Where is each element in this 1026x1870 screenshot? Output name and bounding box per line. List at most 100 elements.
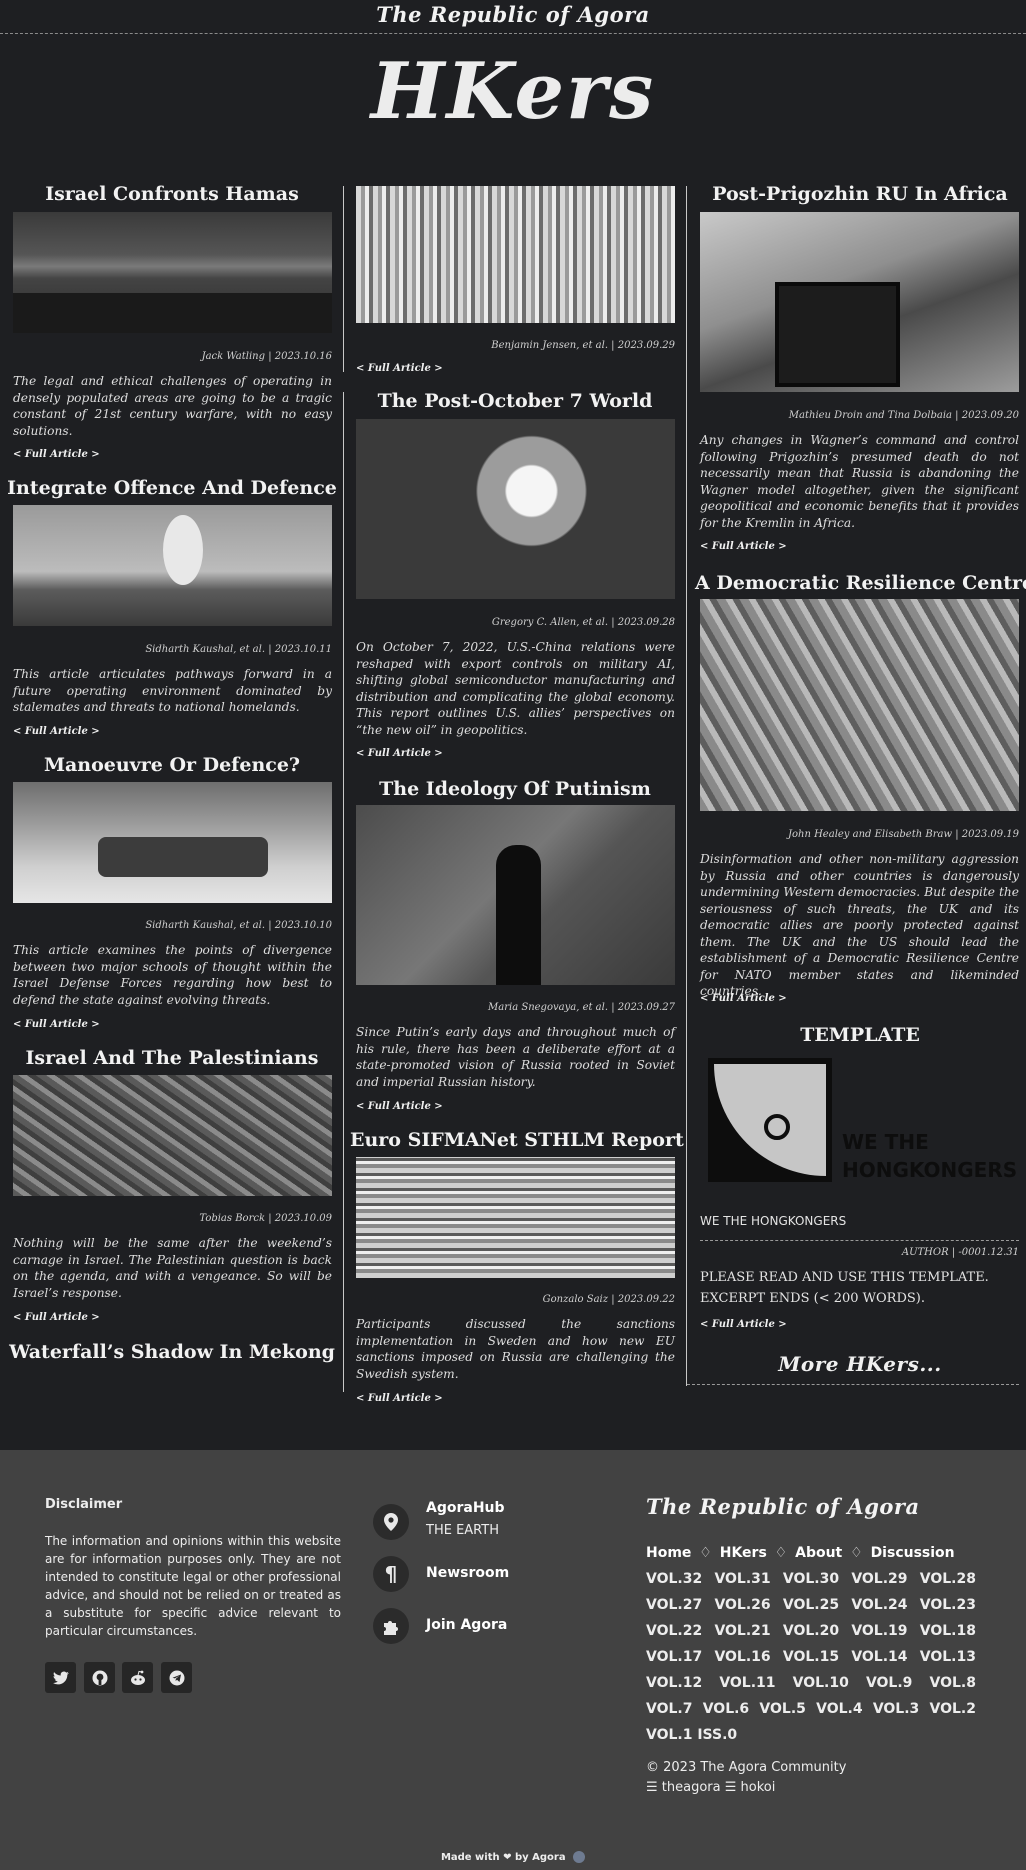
- article-title[interactable]: Integrate Offence And Defence: [7, 477, 337, 499]
- template-image[interactable]: WE THE HONGKONGERS: [700, 1052, 1019, 1191]
- volume-link[interactable]: VOL.21: [714, 1623, 770, 1639]
- template-logo-text: WE THE HONGKONGERS: [842, 1130, 1018, 1182]
- volume-link[interactable]: VOL.19: [851, 1623, 907, 1639]
- telegram-icon[interactable]: [161, 1662, 192, 1693]
- nav-about[interactable]: About: [795, 1545, 842, 1561]
- column-rule-left: [343, 392, 344, 1392]
- volume-link[interactable]: VOL.13: [920, 1649, 976, 1665]
- volume-link[interactable]: VOL.1 ISS.0: [646, 1727, 737, 1743]
- volume-link[interactable]: VOL.3: [873, 1701, 919, 1717]
- article-meta: Gregory C. Allen, et al. | 2023.09.28: [491, 617, 675, 628]
- nav-home[interactable]: Home: [646, 1545, 691, 1561]
- volume-link[interactable]: VOL.4: [816, 1701, 862, 1717]
- volume-link[interactable]: VOL.10: [793, 1675, 849, 1691]
- full-article-link[interactable]: < Full Article >: [700, 541, 787, 552]
- globe-icon: [573, 1851, 586, 1863]
- volume-link[interactable]: VOL.14: [851, 1649, 907, 1665]
- article-title[interactable]: Israel Confronts Hamas: [7, 183, 337, 205]
- footer-handles[interactable]: ☰ theagora ☰ hokoi: [646, 1780, 775, 1795]
- volume-link[interactable]: VOL.20: [783, 1623, 839, 1639]
- portrait-frame: [775, 282, 900, 387]
- full-article-link[interactable]: < Full Article >: [700, 993, 787, 1004]
- volume-link[interactable]: VOL.15: [783, 1649, 839, 1665]
- article-excerpt: Disinformation and other non-military ag…: [700, 852, 1019, 998]
- article-image[interactable]: [356, 419, 675, 599]
- volume-row: VOL.32 VOL.31 VOL.30 VOL.29 VOL.28: [646, 1571, 976, 1587]
- newsroom-link[interactable]: Newsroom: [426, 1565, 509, 1581]
- nav-hkers[interactable]: HKers: [720, 1545, 767, 1561]
- volume-link[interactable]: VOL.11: [719, 1675, 775, 1691]
- article-title[interactable]: The Ideology Of Putinism: [350, 778, 680, 800]
- site-title[interactable]: The Republic of Agora: [0, 0, 1026, 30]
- full-article-link[interactable]: < Full Article >: [13, 1312, 100, 1323]
- twitter-icon[interactable]: [45, 1662, 76, 1693]
- article-image[interactable]: [13, 505, 332, 626]
- article-meta: Maria Snegovaya, et al. | 2023.09.27: [488, 1002, 675, 1013]
- volume-link[interactable]: VOL.26: [714, 1597, 770, 1613]
- article-image[interactable]: [356, 186, 675, 323]
- article-title[interactable]: Post-Prigozhin RU In Africa: [695, 183, 1025, 205]
- article-meta: Tobias Borck | 2023.10.09: [199, 1213, 332, 1224]
- volume-link[interactable]: VOL.32: [646, 1571, 702, 1587]
- nav-separator: ♢: [774, 1545, 788, 1561]
- disclaimer-title: Disclaimer: [45, 1497, 123, 1512]
- reddit-icon[interactable]: [122, 1662, 153, 1693]
- agorahub-link[interactable]: AgoraHub: [426, 1500, 505, 1516]
- full-article-link[interactable]: < Full Article >: [356, 1101, 443, 1112]
- full-article-link[interactable]: < Full Article >: [356, 1393, 443, 1404]
- volume-row: VOL.22 VOL.21 VOL.20 VOL.19 VOL.18: [646, 1623, 976, 1639]
- article-image[interactable]: [13, 1075, 332, 1196]
- volume-link[interactable]: VOL.8: [930, 1675, 976, 1691]
- article-title[interactable]: The Post-October 7 World: [350, 390, 680, 412]
- volume-link[interactable]: VOL.18: [920, 1623, 976, 1639]
- volume-link[interactable]: VOL.12: [646, 1675, 702, 1691]
- volume-link[interactable]: VOL.2: [930, 1701, 976, 1717]
- figure-shape: [496, 845, 541, 985]
- volume-link[interactable]: VOL.24: [851, 1597, 907, 1613]
- volume-row: VOL.27 VOL.26 VOL.25 VOL.24 VOL.23: [646, 1597, 976, 1613]
- volume-link[interactable]: VOL.16: [714, 1649, 770, 1665]
- more-hkers-divider: [687, 1384, 1019, 1385]
- volume-link[interactable]: VOL.30: [783, 1571, 839, 1587]
- article-title[interactable]: Israel And The Palestinians: [7, 1047, 337, 1069]
- footer-nav: Home ♢ HKers ♢ About ♢ Discussion: [646, 1545, 955, 1561]
- article-title[interactable]: Euro SIFMANet STHLM Report: [350, 1129, 684, 1151]
- full-article-link[interactable]: < Full Article >: [356, 363, 443, 374]
- article-image[interactable]: [700, 212, 1019, 392]
- article-image[interactable]: [13, 212, 332, 333]
- nav-discussion[interactable]: Discussion: [871, 1545, 955, 1561]
- full-article-link[interactable]: < Full Article >: [700, 1319, 787, 1330]
- volume-link[interactable]: VOL.31: [714, 1571, 770, 1587]
- volume-link[interactable]: VOL.17: [646, 1649, 702, 1665]
- volume-link[interactable]: VOL.28: [920, 1571, 976, 1587]
- template-meta: AUTHOR | -0001.12.31: [901, 1247, 1019, 1258]
- volume-link[interactable]: VOL.9: [866, 1675, 912, 1691]
- full-article-link[interactable]: < Full Article >: [356, 748, 443, 759]
- article-title[interactable]: A Democratic Resilience Centre: [695, 572, 1026, 594]
- article-image[interactable]: [13, 782, 332, 903]
- volume-row: VOL.1 ISS.0: [646, 1727, 976, 1743]
- more-hkers-link[interactable]: More HKers...: [695, 1352, 1025, 1376]
- footer-brand[interactable]: The Republic of Agora: [646, 1494, 920, 1519]
- article-image[interactable]: [356, 1157, 675, 1278]
- article-image[interactable]: [356, 805, 675, 985]
- article-title[interactable]: Manoeuvre Or Defence?: [7, 754, 337, 776]
- volume-link[interactable]: VOL.7: [646, 1701, 692, 1717]
- github-icon[interactable]: [84, 1662, 115, 1693]
- full-article-link[interactable]: < Full Article >: [13, 726, 100, 737]
- volume-link[interactable]: VOL.22: [646, 1623, 702, 1639]
- volume-link[interactable]: VOL.6: [703, 1701, 749, 1717]
- volume-link[interactable]: VOL.23: [920, 1597, 976, 1613]
- template-title[interactable]: TEMPLATE: [695, 1024, 1025, 1046]
- volume-link[interactable]: VOL.25: [783, 1597, 839, 1613]
- join-agora-link[interactable]: Join Agora: [426, 1617, 507, 1633]
- article-title[interactable]: Waterfall’s Shadow In Mekong: [7, 1341, 337, 1363]
- article-excerpt: On October 7, 2022, U.S.-China relations…: [356, 640, 675, 737]
- full-article-link[interactable]: < Full Article >: [13, 1019, 100, 1030]
- volume-link[interactable]: VOL.5: [759, 1701, 805, 1717]
- copyright: © 2023 The Agora Community: [646, 1760, 847, 1775]
- volume-link[interactable]: VOL.29: [851, 1571, 907, 1587]
- volume-link[interactable]: VOL.27: [646, 1597, 702, 1613]
- full-article-link[interactable]: < Full Article >: [13, 449, 100, 460]
- article-image[interactable]: [700, 599, 1019, 811]
